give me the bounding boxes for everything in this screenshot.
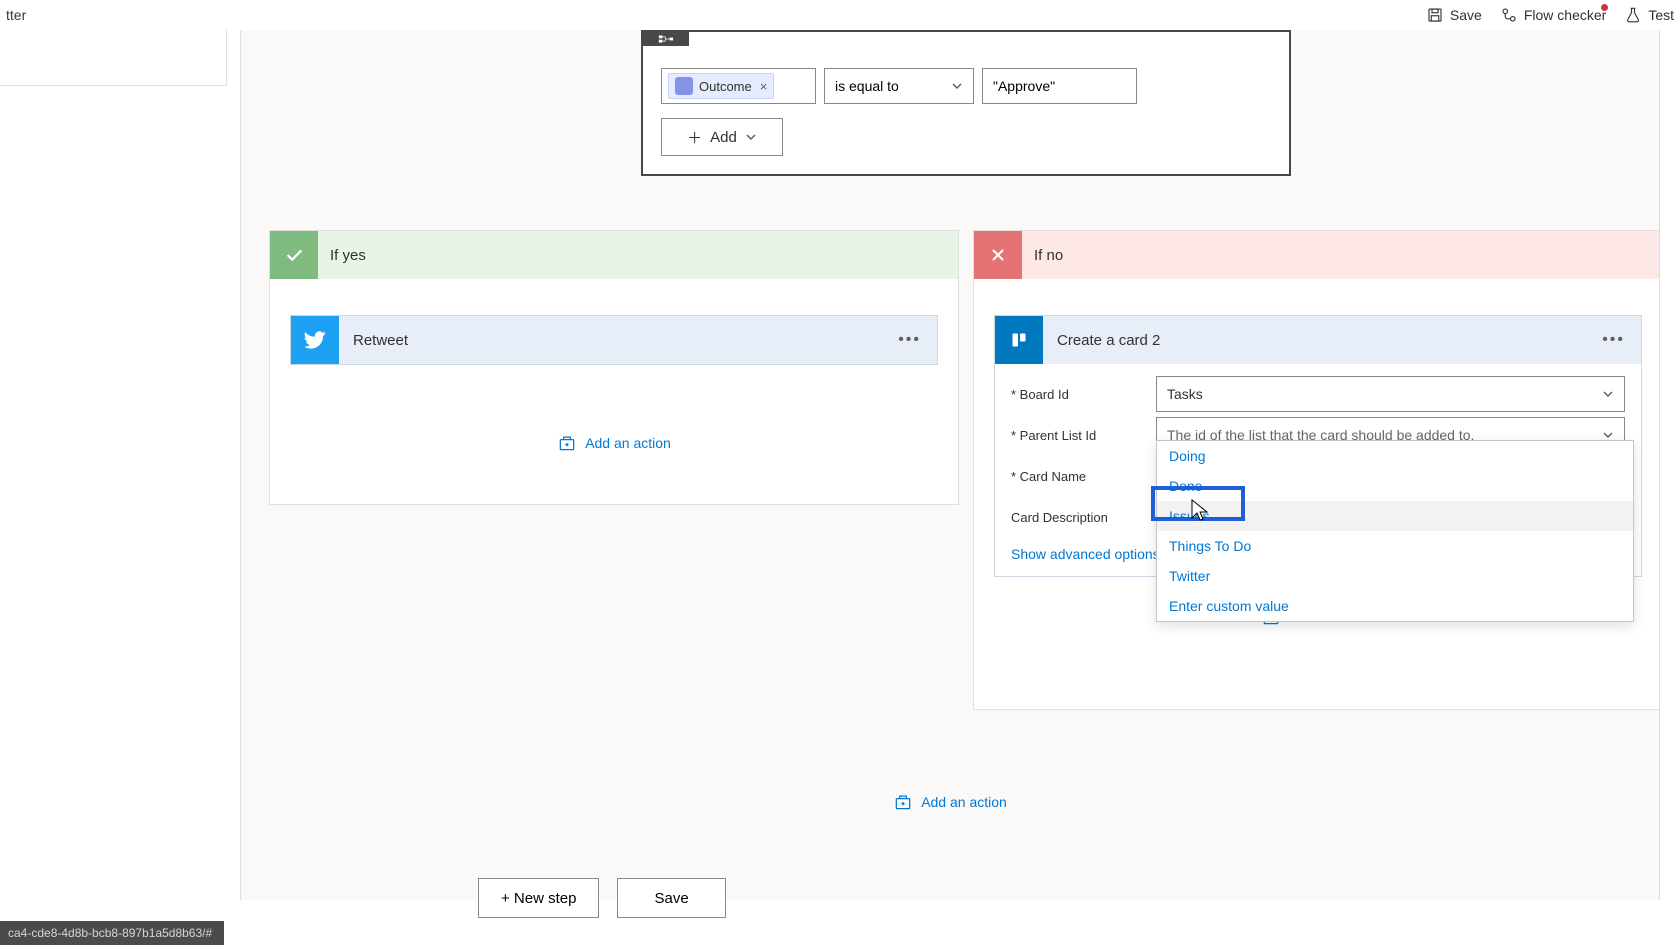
if-no-branch: If no Create a card 2 ••• * Board Id Tas… [973, 230, 1660, 710]
option-done[interactable]: Done [1157, 471, 1633, 501]
action-menu-icon[interactable]: ••• [1586, 331, 1641, 349]
condition-value-input[interactable]: "Approve" [982, 68, 1137, 104]
if-yes-branch: If yes Retweet ••• Add an action [269, 230, 959, 505]
board-id-label: * Board Id [1011, 387, 1156, 402]
page-title-fragment: tter [6, 7, 26, 23]
comparator-label: is equal to [835, 78, 899, 94]
bottom-buttons: + New step Save [478, 878, 726, 918]
add-action-label: Add an action [585, 435, 671, 451]
remove-token-icon[interactable]: × [758, 79, 768, 94]
add-label: Add [710, 129, 737, 146]
card-description-label: Card Description [1011, 510, 1156, 525]
option-issues[interactable]: Issues [1157, 501, 1633, 531]
comparator-select[interactable]: is equal to [824, 68, 974, 104]
retweet-title: Retweet [339, 332, 882, 349]
flow-checker-icon [1500, 6, 1518, 24]
parent-list-dropdown: Doing Done Issues Things To Do Twitter E… [1156, 440, 1634, 622]
left-panel [0, 30, 227, 86]
board-id-select[interactable]: Tasks [1156, 376, 1625, 412]
option-custom[interactable]: Enter custom value [1157, 591, 1633, 621]
add-action-label: Add an action [921, 794, 1007, 810]
add-condition-button[interactable]: ＋ Add [661, 118, 783, 156]
condition-value-text: "Approve" [993, 78, 1055, 94]
branch-icon [657, 34, 675, 44]
option-twitter[interactable]: Twitter [1157, 561, 1633, 591]
save-button[interactable]: Save [1426, 6, 1482, 24]
trello-icon [995, 316, 1043, 364]
status-bar: ca4-cde8-4d8b-bcb8-897b1a5d8b63/# [0, 921, 224, 945]
alert-dot-icon [1601, 4, 1608, 11]
if-yes-label: If yes [330, 247, 366, 264]
if-yes-header[interactable]: If yes [270, 231, 958, 279]
option-doing[interactable]: Doing [1157, 441, 1633, 471]
new-step-button[interactable]: + New step [478, 878, 599, 918]
card-name-label: * Card Name [1011, 469, 1156, 484]
cross-icon [974, 231, 1022, 279]
trello-form: * Board Id Tasks * Parent List Id The id… [995, 364, 1641, 576]
token-label: Outcome [699, 79, 752, 94]
outcome-token[interactable]: Outcome × [668, 73, 774, 99]
option-things-to-do[interactable]: Things To Do [1157, 531, 1633, 561]
add-action-icon [557, 433, 577, 453]
save-icon [1426, 6, 1444, 24]
token-source-icon [675, 77, 693, 95]
test-label: Test [1648, 7, 1674, 23]
condition-card: Outcome × is equal to "Approve" ＋ Add [641, 30, 1291, 176]
plus-icon: ＋ [687, 127, 702, 148]
test-button[interactable]: Test [1624, 6, 1674, 24]
flow-canvas: Outcome × is equal to "Approve" ＋ Add [240, 30, 1660, 900]
create-card-title: Create a card 2 [1043, 332, 1586, 349]
action-menu-icon[interactable]: ••• [882, 331, 937, 349]
add-action-bottom[interactable]: Add an action [241, 792, 1659, 812]
if-no-label: If no [1034, 247, 1063, 264]
parent-list-label: * Parent List Id [1011, 428, 1156, 443]
chevron-down-icon [745, 131, 757, 143]
condition-left-operand[interactable]: Outcome × [661, 68, 816, 104]
condition-header[interactable] [643, 32, 689, 46]
create-card-action: Create a card 2 ••• * Board Id Tasks * P… [994, 315, 1642, 577]
flow-checker-label: Flow checker [1524, 7, 1606, 23]
show-advanced-label: Show advanced options [1011, 546, 1160, 562]
board-id-value: Tasks [1167, 386, 1203, 402]
test-icon [1624, 6, 1642, 24]
retweet-action[interactable]: Retweet ••• [290, 315, 938, 365]
add-action-icon [893, 792, 913, 812]
flow-checker-button[interactable]: Flow checker [1500, 6, 1606, 24]
save-button-bottom[interactable]: Save [617, 878, 725, 918]
add-action-yes[interactable]: Add an action [270, 433, 958, 453]
if-no-header[interactable]: If no [974, 231, 1660, 279]
chevron-down-icon [1602, 388, 1614, 400]
create-card-header[interactable]: Create a card 2 ••• [995, 316, 1641, 364]
top-bar: tter Save Flow checker Test [0, 0, 1680, 30]
save-label: Save [1450, 7, 1482, 23]
chevron-down-icon [951, 80, 963, 92]
twitter-icon [291, 316, 339, 364]
check-icon [270, 231, 318, 279]
